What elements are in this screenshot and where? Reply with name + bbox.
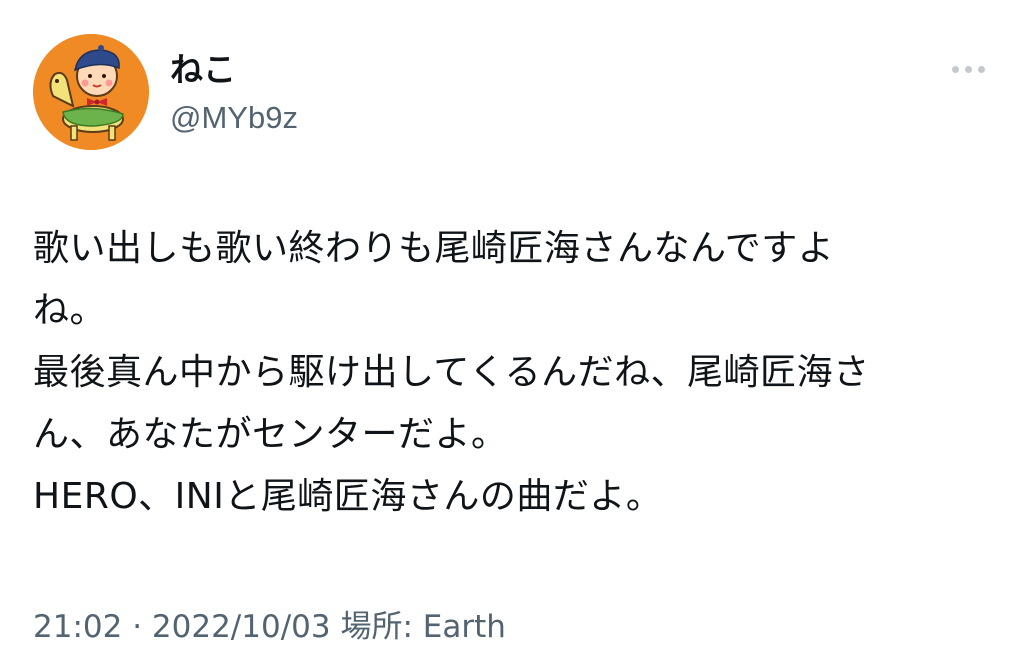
- more-horizontal-icon: [977, 65, 985, 73]
- avatar-image: [33, 34, 149, 150]
- tweet-date[interactable]: 2022/10/03: [152, 609, 331, 645]
- tweet-text-line: ん、あなたがセンターだよ。: [33, 414, 508, 455]
- tweet-text-line: ね。: [33, 290, 107, 331]
- more-horizontal-icon: [951, 65, 959, 73]
- more-horizontal-icon: [964, 65, 972, 73]
- avatar[interactable]: [33, 34, 149, 150]
- tweet-text-line: 歌い出しも歌い終わりも尾崎匠海さんなんですよ: [33, 228, 835, 269]
- tweet-metadata: 21:02 · 2022/10/03 場所: Earth: [33, 607, 506, 647]
- user-handle[interactable]: @MYb9z: [170, 98, 298, 138]
- display-name[interactable]: ねこ: [170, 50, 236, 90]
- tweet-time[interactable]: 21:02: [33, 609, 122, 645]
- more-options-button[interactable]: [943, 54, 993, 84]
- location-label: 場所:: [330, 609, 423, 645]
- tweet-text-line: HERO、INIと尾崎匠海さんの曲だよ。: [33, 476, 663, 517]
- tweet: ねこ @MYb9z 歌い出しも歌い終わりも尾崎匠海さんなんですよ ね。 最後真ん…: [0, 0, 1024, 657]
- meta-separator: ·: [122, 609, 152, 645]
- tweet-location[interactable]: Earth: [423, 609, 506, 645]
- tweet-text: 歌い出しも歌い終わりも尾崎匠海さんなんですよ ね。 最後真ん中から駆け出してくる…: [33, 218, 993, 528]
- tweet-text-line: 最後真ん中から駆け出してくるんだね、尾崎匠海さ: [33, 352, 870, 393]
